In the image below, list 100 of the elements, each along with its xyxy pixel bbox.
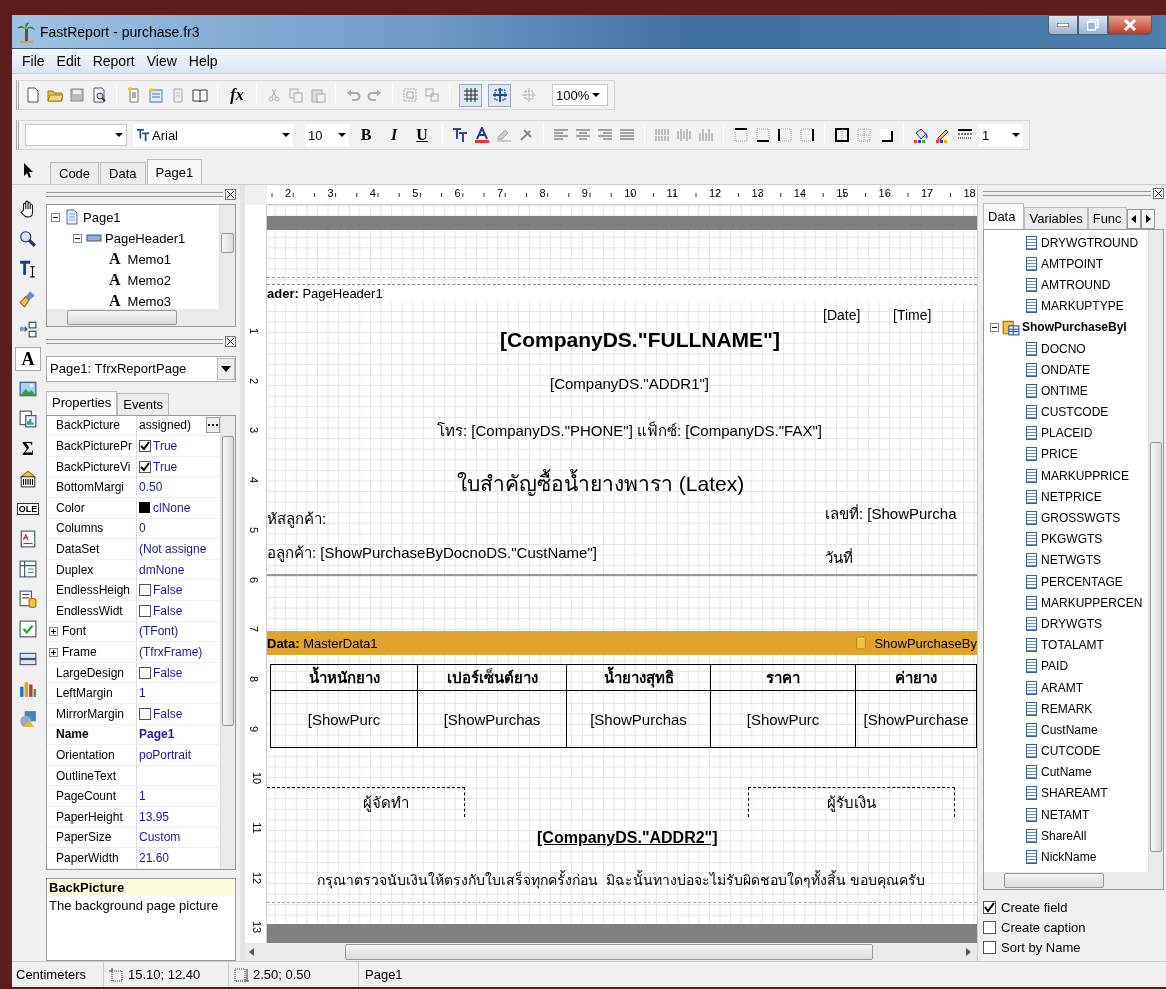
frame-color-icon[interactable] <box>935 127 951 143</box>
close-icon[interactable] <box>225 189 236 201</box>
table-cell[interactable]: [ShowPurchas <box>418 691 567 748</box>
tree-item[interactable]: Memo2 <box>127 272 171 288</box>
tree-item[interactable]: MARKUPPRICE <box>1041 468 1129 483</box>
tree-item[interactable]: DRYWGTROUND <box>1041 235 1139 250</box>
horizontal-scrollbar[interactable] <box>47 309 235 327</box>
table-cell[interactable]: [ShowPurchas <box>567 691 711 748</box>
open-folder-icon[interactable] <box>47 87 63 103</box>
collapse-toggle[interactable] <box>51 212 60 222</box>
tree-item[interactable]: DRYWGTS <box>1041 616 1103 631</box>
tab[interactable]: Data <box>100 162 146 184</box>
font-color-icon[interactable] <box>474 127 490 143</box>
print-preview-icon[interactable] <box>91 87 107 103</box>
tree-item[interactable]: ShowPurchaseByI <box>1022 320 1127 335</box>
checkbox[interactable] <box>139 604 151 617</box>
tree-item[interactable]: PageHeader1 <box>105 230 186 246</box>
collapse-toggle[interactable] <box>73 233 82 243</box>
column-header[interactable]: ค่ายาง <box>856 665 977 691</box>
close-button[interactable] <box>1108 15 1152 35</box>
vertical-scrollbar[interactable] <box>220 415 235 869</box>
new-document-icon[interactable] <box>25 87 41 103</box>
vertical-scrollbar[interactable] <box>219 204 235 310</box>
option-label[interactable]: Sort by Name <box>1001 940 1081 955</box>
close-icon[interactable] <box>225 335 236 347</box>
italic-button[interactable]: I <box>383 126 405 144</box>
right-border-icon[interactable] <box>799 127 815 143</box>
report-memo[interactable]: อลูกค้า: [ShowPurchaseByDocnoDS."CustName"] <box>267 541 597 565</box>
report-memo[interactable]: โทร: [CompanyDS."PHONE"] แฟ็กซ์: [CompanyDS."FAX"] <box>437 419 822 443</box>
tree-item[interactable]: PAID <box>1041 659 1069 674</box>
zoom-combo[interactable]: 100% <box>552 84 608 106</box>
report-memo[interactable]: วันที่ <box>825 546 853 570</box>
report-memo[interactable]: กรุณาตรวจนับเงินให้ตรงกับใบเสร็จทุกครั้งก่อน มิฉะนั้นทางบ่อจะไม่รับผิดชอบใดๆทั้งสิ้น ขอบคุณครับ <box>317 869 925 891</box>
close-icon[interactable] <box>1153 187 1164 199</box>
tab[interactable]: Code <box>50 162 100 184</box>
tree-item[interactable]: TOTALAMT <box>1041 638 1104 653</box>
ellipsis-button[interactable] <box>206 417 220 434</box>
tree-item[interactable]: ARAMT <box>1041 680 1083 695</box>
tree-item[interactable]: DOCNO <box>1041 341 1086 356</box>
table-cell[interactable]: [ShowPurc <box>271 691 418 748</box>
menu-item[interactable]: Help <box>182 51 224 71</box>
tab[interactable]: Func <box>1087 207 1127 229</box>
option-label[interactable]: Create caption <box>1001 920 1086 935</box>
tree-item[interactable]: NETAMT <box>1041 807 1090 822</box>
bottom-border-icon[interactable] <box>755 127 771 143</box>
checkbox[interactable] <box>983 901 996 914</box>
top-border-icon[interactable] <box>733 127 749 143</box>
checkbox[interactable] <box>139 460 151 473</box>
menu-item[interactable]: View <box>140 51 183 71</box>
tab[interactable]: Variables <box>1024 207 1088 229</box>
checkbox[interactable] <box>139 440 151 453</box>
report-memo[interactable]: ผู้รับเงิน <box>827 790 876 815</box>
report-memo[interactable]: หัสลูกค้า: <box>267 507 327 531</box>
tab[interactable]: Properties <box>46 390 118 415</box>
all-borders-icon[interactable] <box>834 127 850 143</box>
report-memo[interactable]: เลขที่: [ShowPurcha <box>825 502 957 526</box>
horizontal-scrollbar[interactable] <box>245 943 977 961</box>
tree-item[interactable]: CustName <box>1041 722 1098 737</box>
tree-item[interactable]: CUTCODE <box>1041 744 1101 759</box>
tree-item[interactable]: PERCENTAGE <box>1041 574 1123 589</box>
tree-item[interactable]: REMARK <box>1041 701 1093 716</box>
object-combo[interactable]: Page1: TfrxReportPage <box>46 356 236 382</box>
tree-item[interactable]: ONDATE <box>1041 362 1091 377</box>
tab[interactable]: Data <box>983 203 1025 229</box>
tree-item[interactable]: Memo1 <box>127 251 171 267</box>
tree-item[interactable]: NETPRICE <box>1041 489 1102 504</box>
tree-item[interactable]: NickName <box>1041 850 1097 865</box>
font-combo[interactable]: Arial <box>133 124 293 146</box>
tree-item[interactable]: PKGWGTS <box>1041 532 1103 547</box>
expand-toggle[interactable] <box>49 647 58 657</box>
underline-button[interactable]: U <box>411 126 433 144</box>
restore-button[interactable] <box>1078 15 1108 35</box>
tree-item[interactable]: Memo3 <box>127 293 171 309</box>
tree-item[interactable]: ONTIME <box>1041 383 1088 398</box>
vertical-scrollbar[interactable] <box>1148 230 1163 872</box>
tree-item[interactable]: SHAREAMT <box>1041 786 1108 801</box>
checkbox[interactable] <box>983 921 996 934</box>
checkbox[interactable] <box>139 666 151 679</box>
report-memo[interactable]: [Time] <box>893 307 932 323</box>
menu-item[interactable]: File <box>16 51 51 71</box>
tree-item[interactable]: ShareAll <box>1041 828 1087 843</box>
shadow-icon[interactable] <box>878 127 894 143</box>
tree-item[interactable]: GROSSWGTS <box>1041 511 1121 526</box>
horizontal-scrollbar[interactable] <box>984 872 1163 889</box>
ole-tool-button[interactable]: OLE <box>15 497 41 521</box>
collapse-toggle[interactable] <box>990 322 999 332</box>
column-header[interactable]: น้ำหนักยาง <box>271 665 418 691</box>
table-cell[interactable]: [ShowPurc <box>711 691 856 748</box>
report-memo[interactable]: [CompanyDS."ADDR1"] <box>550 375 710 392</box>
menu-item[interactable]: Report <box>86 51 141 71</box>
fill-color-icon[interactable] <box>913 127 929 143</box>
page-settings-icon[interactable] <box>192 87 208 103</box>
tab[interactable]: Events <box>117 392 169 415</box>
text-format-icon[interactable] <box>452 127 468 143</box>
checkbox[interactable] <box>139 584 151 597</box>
tool-button[interactable]: A <box>15 347 41 371</box>
tree-item[interactable]: AMTROUND <box>1041 277 1111 292</box>
tree-item[interactable]: PRICE <box>1041 447 1078 462</box>
tool-button[interactable]: Σ <box>15 437 41 461</box>
tree-item[interactable]: MARKUPPERCEN <box>1041 595 1143 610</box>
